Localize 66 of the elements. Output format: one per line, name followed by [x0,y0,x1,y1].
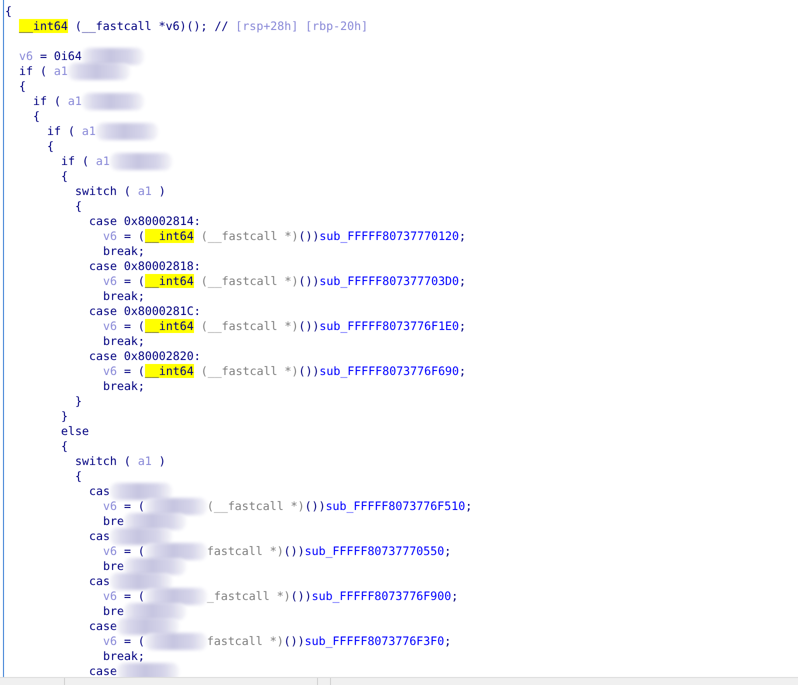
code-text: break; [103,244,145,259]
blur-patch [82,93,144,110]
code-text: case 0x80002820: [89,349,201,364]
code-text: v6 = ( [103,589,145,604]
blur-patch [116,663,179,677]
code-text: case [89,619,117,634]
code-text: break; [103,289,145,304]
code-text: case [89,664,117,677]
blur-patch [110,573,172,590]
code-text: v6 = (__int64 (__fastcall *)())sub_FFFFF8073776F690; [103,364,466,379]
code-text: v6 = (__int64 (__fastcall *)())sub_FFFFF807377703D0; [103,274,466,289]
blur-patch [144,633,207,650]
code-text: bre [103,559,124,574]
code-text: cas [89,529,110,544]
code-text: cas [89,574,110,589]
code-text: { [75,199,82,214]
horizontal-scrollbar[interactable] [0,677,798,685]
code-text: v6 = (__int64 (__fastcall *)())sub_FFFFF8073776F1E0; [103,319,466,334]
code-text: } [61,409,68,424]
blur-patch [82,48,144,65]
code-text: v6 = ( [103,544,145,559]
blur-patch [144,588,207,605]
code-text: { [19,79,26,94]
code-text: { [47,139,54,154]
code-text: switch ( a1 ) [75,454,166,469]
blur-patch [124,513,186,530]
blur-patch [110,153,172,170]
blur-patch [144,498,207,515]
code-text: case 0x80002818: [89,259,201,274]
code-text: fastcall *)())sub_FFFFF8073776F3F0; [206,634,452,649]
code-text: { [5,4,12,19]
code-text: break; [103,379,145,394]
code-text: break; [103,649,145,664]
code-text: { [61,169,68,184]
code-text: case 0x8000281C: [89,304,201,319]
code-text: break; [103,334,145,349]
code-text: cas [89,484,110,499]
code-text: else [61,424,89,439]
code-text: { [75,469,82,484]
code-text: _fastcall *)())sub_FFFFF8073776F900; [206,589,458,604]
code-text: v6 = 0i64 [19,49,82,64]
code-text: v6 = (__int64 (__fastcall *)())sub_FFFFF80737770120; [103,229,466,244]
blur-patch [68,63,130,80]
code-text: } [75,394,82,409]
code-text: { [61,439,68,454]
code-text: bre [103,604,124,619]
code-text: __int64 (__fastcall *v6)(); // [rsp+28h] [rbp-20h] [19,19,368,34]
code-text: v6 = ( [103,499,145,514]
code-text: if ( a1 [47,124,96,139]
code-text: (__fastcall *)())sub_FFFFF8073776F510; [206,499,472,514]
blur-patch [110,483,172,500]
code-text: switch ( a1 ) [75,184,166,199]
blur-patch [124,603,186,620]
blur-patch [96,123,158,140]
code-text: v6 = ( [103,634,145,649]
blur-patch [124,558,186,575]
code-text: if ( a1 [33,94,82,109]
code-text: if ( a1 [61,154,110,169]
code-text: case 0x80002814: [89,214,201,229]
blur-patch [116,618,179,635]
code-text: fastcall *)())sub_FFFFF80737770550; [206,544,452,559]
blur-patch [144,543,207,560]
code-text: bre [103,514,124,529]
blur-patch [110,528,172,545]
code-text: { [33,109,40,124]
code-text: if ( a1 [19,64,68,79]
